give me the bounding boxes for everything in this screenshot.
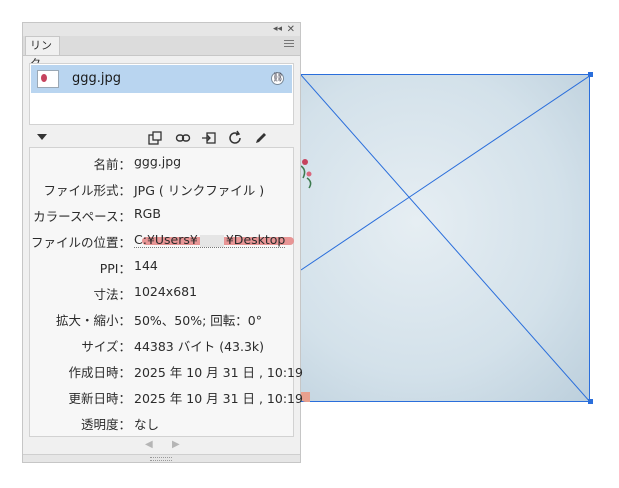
info-value: 1024x681 [134,284,198,299]
links-panel: ◂◂ ✕ リンク ggg.jpg ⛓ [22,22,303,463]
info-label: サイズ： [81,339,131,354]
info-value: ggg.jpg [134,154,182,169]
info-row-ppi: PPI： 144 [30,258,295,284]
links-list: ggg.jpg ⛓ [29,63,294,125]
info-row-scale: 拡大・縮小： 50%、50%; 回転：0° [30,310,295,336]
info-row-location: ファイルの位置： C:¥Users¥ ¥Desktop [30,232,295,258]
info-label: ファイル形式： [43,183,131,198]
tab-links[interactable]: リンク [25,36,60,70]
info-label: PPI： [99,261,131,276]
info-label: カラースペース： [33,209,131,224]
file-location-link[interactable]: C:¥Users¥ ¥Desktop [134,232,286,248]
panel-resize-grip[interactable] [23,454,300,462]
info-value: 2025 年 10 月 31 日 , 10:19 [134,391,303,406]
redacted-username [199,234,224,247]
info-label: 作成日時： [68,365,131,380]
info-row-size: サイズ： 44383 バイト (43.3k) [30,336,295,362]
info-label: 透明度： [80,417,131,432]
info-label: 更新日時： [68,391,131,406]
panel-tab-row: リンク [23,36,300,70]
close-icon[interactable]: ✕ [287,23,295,36]
info-row-colorspace: カラースペース： RGB [30,206,295,232]
info-value: 2025 年 10 月 31 日 , 10:19 [134,365,303,380]
update-link-icon[interactable] [227,130,243,146]
double-chevron-left-icon[interactable]: ◂◂ [273,23,282,36]
info-label: ファイルの位置： [30,235,131,250]
info-value: 44383 バイト (43.3k) [134,339,265,354]
next-link-arrow-icon[interactable]: ▶ [172,439,180,450]
frame-handle-top-right[interactable] [588,72,593,77]
path-suffix: ¥Desktop [225,232,286,247]
hamburger-menu-icon[interactable] [284,40,294,50]
frame-handle-bottom-right[interactable] [588,399,593,404]
info-label: 拡大・縮小： [55,313,131,328]
info-row-transparency: 透明度： なし [30,414,295,440]
info-row-name: 名前： ggg.jpg [30,154,295,180]
info-row-dimensions: 寸法： 1024x681 [30,284,295,310]
list-item[interactable]: ggg.jpg ⛓ [31,65,292,93]
info-row-format: ファイル形式： JPG ( リンクファイル ) [30,180,295,206]
link-info-panel: 名前： ggg.jpg ファイル形式： JPG ( リンクファイル ) カラース… [29,147,303,440]
frame-diagonals [301,75,591,403]
edit-original-icon[interactable] [253,130,269,146]
info-value: RGB [134,206,161,221]
info-value: JPG ( リンクファイル ) [134,183,265,198]
info-row-modified: 更新日時： 2025 年 10 月 31 日 , 10:19 [30,388,302,414]
info-value: 144 [134,258,158,273]
placed-image-frame[interactable] [300,74,591,403]
links-toolbar [29,129,294,147]
panel-title-strip: ◂◂ ✕ [23,23,300,36]
link-filename: ggg.jpg [72,71,122,86]
show-info-triangle-icon[interactable] [37,134,47,140]
info-row-created: 作成日時： 2025 年 10 月 31 日 , 10:19 [30,362,302,388]
relink-icon[interactable] [175,130,191,146]
info-value: なし [134,417,160,432]
info-value: 50%、50%; 回転：0° [134,313,262,328]
thumbnail-image [37,70,59,88]
path-prefix: C:¥Users¥ [134,232,198,247]
info-nav-arrows: ◀ ▶ [23,439,302,453]
info-label: 名前： [93,157,131,172]
info-label: 寸法： [93,287,131,302]
go-to-link-icon[interactable] [201,130,217,146]
previous-link-arrow-icon[interactable]: ◀ [145,439,153,450]
relink-from-cc-icon[interactable] [147,130,163,146]
link-chain-icon: ⛓ [271,72,284,85]
